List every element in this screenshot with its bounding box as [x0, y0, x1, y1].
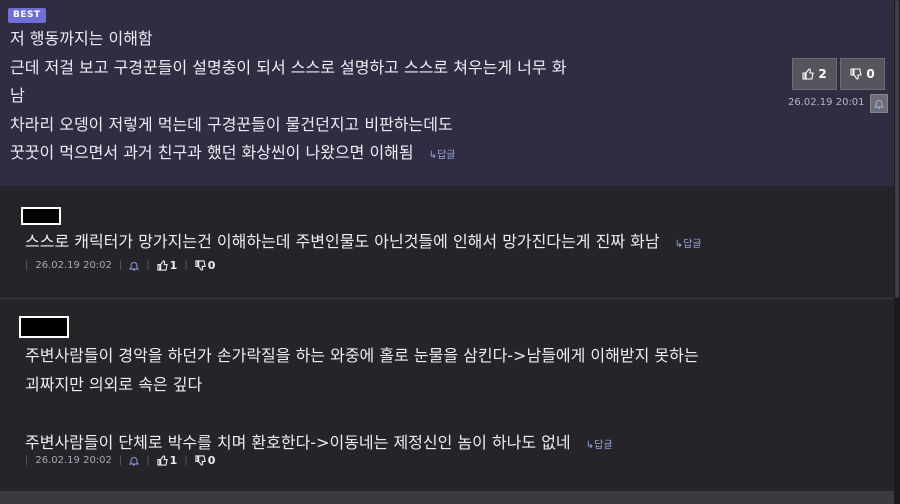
comment-line: 괴짜지만 의외로 속은 깊다 [25, 375, 203, 394]
comment-line: 근데 저걸 보고 구경꾼들이 설명충이 되서 스스로 설명하고 스스로 쳐우는게… [10, 57, 567, 77]
bell-icon [874, 99, 884, 109]
reply-arrow-icon: ↳ [428, 150, 438, 161]
upvote-count: 1 [169, 259, 178, 272]
divider: | [184, 455, 188, 466]
reply-arrow-icon: ↳ [585, 440, 595, 451]
reply-link[interactable]: ↳답글 [429, 150, 456, 161]
downvote-button[interactable]: 0 [195, 454, 216, 467]
comment-meta: | 26.02.19 20:02 | | 1 | 0 [25, 259, 215, 272]
bell-icon[interactable] [129, 261, 140, 271]
bell-icon[interactable] [129, 456, 140, 466]
comment-date: 26.02.19 20:01 [788, 97, 865, 108]
thumbs-down-icon [195, 260, 206, 271]
comment-item: 주변사람들이 경악을 하던가 손가락질을 하는 와중에 홀로 눈물을 삼킨다->… [0, 299, 894, 488]
downvote-button[interactable]: 0 [840, 58, 885, 90]
author-name-redacted [19, 316, 69, 338]
comment-line-text: 꿋꿋이 먹으면서 과거 친구과 했던 화상씬이 나왔으면 이해됨 [10, 143, 414, 162]
downvote-count: 0 [207, 259, 216, 272]
downvote-count: 0 [207, 454, 216, 467]
comment-line: 남 [10, 86, 25, 105]
divider: | [118, 455, 123, 466]
reply-label: 답글 [683, 239, 702, 250]
comment-line: 주변사람들이 경악을 하던가 손가락질을 하는 와중에 홀로 눈물을 삼킨다->… [25, 346, 699, 365]
divider: | [146, 455, 150, 466]
reply-link[interactable]: ↳답글 [675, 239, 702, 250]
comment-line: 차라리 오뎅이 저렇게 먹는데 구경꾼들이 물건던지고 비판하는데도 [10, 114, 453, 134]
divider: | [184, 260, 188, 271]
reply-link[interactable]: ↳답글 [586, 440, 613, 451]
best-comment: BEST 저 행동까지는 이해함 근데 저걸 보고 구경꾼들이 설명충이 되서 … [0, 0, 894, 186]
reply-label: 답글 [437, 150, 456, 161]
downvote-button[interactable]: 0 [195, 259, 216, 272]
comment-item: 스스로 캐릭터가 망가지는건 이해하는데 주변인물도 아닌것들에 인해서 망가진… [0, 186, 894, 298]
bottom-bar [0, 491, 894, 504]
comment-line-last: 꿋꿋이 먹으면서 과거 친구과 했던 화상씬이 나왔으면 이해됨 ↳답글 [10, 139, 770, 171]
divider: | [146, 260, 150, 271]
thumbs-down-icon [850, 68, 862, 80]
comment-line [25, 399, 699, 428]
comment-date: 26.02.19 20:02 [35, 260, 112, 271]
comment-line-text: 주변사람들이 단체로 박수를 치며 환호한다->이동네는 제정신인 놈이 하나도… [25, 433, 571, 452]
thumbs-down-icon [195, 455, 206, 466]
thumbs-up-icon [157, 260, 168, 271]
downvote-count: 0 [866, 67, 875, 81]
thumbs-up-icon [157, 455, 168, 466]
comment-text: 주변사람들이 경악을 하던가 손가락질을 하는 와중에 홀로 눈물을 삼킨다->… [25, 341, 699, 460]
comment-line: 저 행동까지는 이해함 [10, 29, 153, 48]
upvote-count: 2 [818, 67, 827, 81]
upvote-count: 1 [169, 454, 178, 467]
thumbs-up-icon [802, 68, 814, 80]
upvote-button[interactable]: 2 [792, 58, 837, 90]
best-badge: BEST [8, 8, 46, 23]
upvote-button[interactable]: 1 [157, 454, 178, 467]
comment-text: 스스로 캐릭터가 망가지는건 이해하는데 주변인물도 아닌것들에 인해서 망가진… [25, 230, 701, 257]
reply-arrow-icon: ↳ [674, 239, 684, 250]
divider: | [25, 455, 29, 466]
author-name-redacted [21, 207, 61, 225]
reply-label: 답글 [594, 440, 613, 451]
upvote-button[interactable]: 1 [157, 259, 178, 272]
comment-date: 26.02.19 20:02 [35, 455, 112, 466]
comment-line-text: 스스로 캐릭터가 망가지는건 이해하는데 주변인물도 아닌것들에 인해서 망가진… [25, 232, 660, 251]
best-comment-text: 저 행동까지는 이해함 근데 저걸 보고 구경꾼들이 설명충이 되서 스스로 설… [10, 25, 770, 171]
scrollbar-thumb[interactable] [895, 0, 899, 298]
divider: | [118, 260, 123, 271]
divider: | [25, 260, 29, 271]
notify-button[interactable] [870, 94, 888, 113]
comment-meta: | 26.02.19 20:02 | | 1 | 0 [25, 454, 215, 467]
